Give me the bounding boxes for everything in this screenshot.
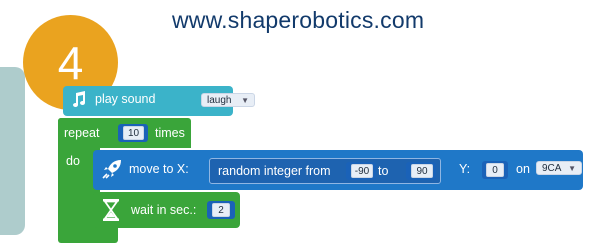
side-panel-decoration — [0, 67, 25, 235]
play-sound-label: play sound — [95, 92, 156, 106]
sound-value: laugh — [207, 94, 232, 106]
chevron-down-icon: ▼ — [568, 163, 576, 173]
chevron-down-icon: ▼ — [241, 95, 249, 105]
hourglass-icon — [103, 199, 119, 221]
y-value-input[interactable]: 0 — [486, 163, 504, 177]
move-to-block[interactable]: move to X: random integer from -90 to 90… — [93, 150, 583, 190]
times-label: times — [155, 126, 185, 140]
to-label: to — [378, 164, 389, 178]
repeat-header: repeat 10 times — [58, 118, 191, 148]
random-max-input[interactable]: 90 — [411, 164, 433, 178]
random-integer-label: random integer from — [218, 164, 331, 178]
repeat-count-input[interactable]: 10 — [123, 126, 144, 140]
music-note-icon — [73, 91, 85, 107]
rocket-icon — [102, 160, 121, 179]
play-sound-block[interactable]: play sound laugh ▼ — [63, 86, 255, 116]
do-label: do — [66, 154, 80, 168]
on-label: on — [516, 162, 530, 176]
site-url: www.shaperobotics.com — [172, 7, 425, 33]
target-dropdown[interactable]: 9CA ▼ — [536, 161, 582, 175]
step-number: 4 — [57, 36, 84, 89]
wait-label: wait in sec.: — [131, 203, 197, 217]
random-min-input[interactable]: -90 — [351, 164, 373, 178]
repeat-label: repeat — [64, 126, 100, 140]
sound-dropdown[interactable]: laugh ▼ — [201, 93, 255, 107]
target-value: 9CA — [542, 162, 562, 174]
move-to-label: move to X: — [129, 162, 189, 176]
wait-seconds-input[interactable]: 2 — [212, 203, 230, 217]
random-integer-block[interactable]: random integer from -90 to 90 — [209, 158, 441, 184]
y-label: Y: — [459, 162, 471, 176]
repeat-block-footer — [58, 228, 118, 243]
wait-block[interactable]: wait in sec.: 2 — [93, 192, 240, 228]
